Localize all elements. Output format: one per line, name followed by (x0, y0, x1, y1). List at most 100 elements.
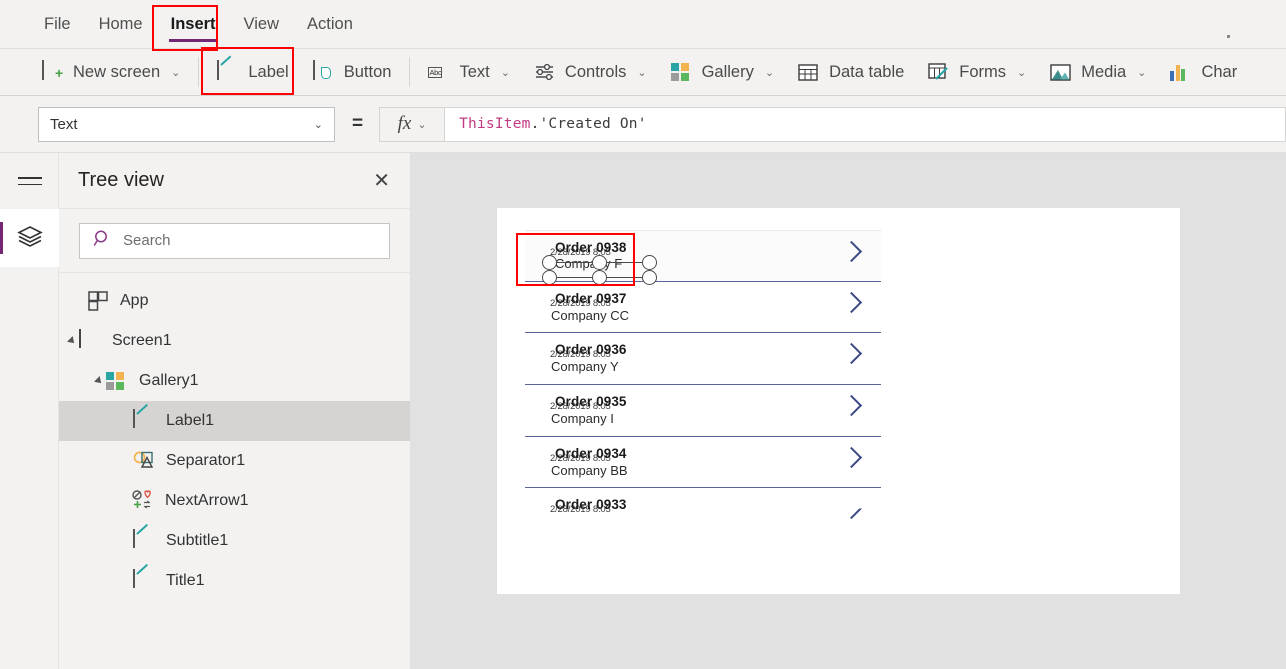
search-input[interactable]: Search (79, 222, 390, 259)
toolbar-dot-artifact (1227, 35, 1230, 38)
expand-caret-icon[interactable] (94, 376, 104, 386)
subtitle-label: Company I (551, 411, 614, 427)
ribbon-label-button[interactable]: Label (205, 56, 300, 88)
forms-icon (928, 61, 950, 83)
title-label: Order 0934 (555, 445, 627, 461)
next-arrow-icon[interactable] (840, 240, 863, 263)
tree-item-separator1[interactable]: Separator1 (59, 441, 410, 481)
property-select[interactable]: Text ⌄ (38, 106, 335, 142)
gallery-row[interactable]: 2/28/2019 8:05 Order 0935 Company I (525, 385, 881, 437)
media-icon (1050, 61, 1072, 83)
menu-item-action[interactable]: Action (293, 11, 367, 38)
next-arrow-icon[interactable] (840, 343, 863, 365)
title-label: Order 0936 (555, 342, 627, 358)
ribbon-controls-button[interactable]: Controls ⌄ (522, 56, 659, 88)
search-icon (93, 229, 112, 253)
ribbon-text-button[interactable]: Abc Text ⌄ (416, 56, 521, 88)
text-icon: Abc (428, 67, 443, 78)
menu-item-insert[interactable]: Insert (157, 11, 230, 42)
fx-button[interactable]: fx ⌄ (379, 106, 446, 142)
formula-token-property: .'Created On' (530, 116, 647, 132)
next-arrow-icon[interactable] (840, 446, 863, 468)
ribbon-new-screen-button[interactable]: New screen ⌄ (30, 56, 192, 88)
ribbon-media-button[interactable]: Media ⌄ (1038, 56, 1158, 88)
ribbon-gallery-button[interactable]: Gallery ⌄ (659, 56, 786, 88)
charts-icon (1170, 61, 1192, 83)
gallery-row[interactable]: 2/28/2019 8:05 Order 0936 Company Y (525, 333, 881, 386)
hamburger-menu-button[interactable] (0, 153, 59, 209)
tree-item-label: Label1 (166, 412, 215, 429)
expand-caret-icon[interactable] (67, 336, 77, 346)
ribbon-forms-button[interactable]: Forms ⌄ (916, 56, 1038, 88)
tree-item-label: Separator1 (166, 452, 246, 469)
menu-item-view[interactable]: View (230, 11, 293, 38)
gallery-control[interactable]: 2/28/2019 8:05 Order 0938 Company F 2/28… (525, 230, 881, 535)
gallery-row[interactable]: 2/28/2019 8:05 Order 0933 (525, 488, 881, 535)
tree-item-gallery1[interactable]: Gallery1 (59, 361, 410, 401)
chevron-down-icon: ⌄ (500, 66, 510, 79)
tree-item-title1[interactable]: Title1 (59, 561, 410, 601)
screen-icon (79, 329, 101, 352)
gallery-row[interactable]: 2/28/2019 8:05 Order 0938 Company F (525, 230, 881, 285)
app-canvas: 2/28/2019 8:05 Order 0938 Company F 2/28… (411, 153, 1286, 669)
formula-bar: Text ⌄ = fx ⌄ ThisItem .'Created On' (0, 96, 1286, 153)
ribbon-divider (409, 57, 411, 87)
next-arrow-icon[interactable] (840, 394, 863, 417)
tree-list: App Screen1 Gallery1 Label1 Separator1 N… (59, 273, 410, 601)
title-label: Order 0937 (555, 290, 627, 306)
menu-item-home[interactable]: Home (85, 11, 157, 38)
search-container: Search (59, 209, 410, 273)
fx-icon: fx (397, 113, 412, 134)
property-select-value: Text (50, 115, 78, 133)
ribbon-label: Text (459, 62, 490, 81)
active-tab-underline (168, 38, 218, 42)
tree-view-header: Tree view ✕ (59, 153, 410, 209)
ribbon-toolbar: New screen ⌄ Label Button Abc Text ⌄ (0, 48, 1286, 96)
gallery-row[interactable]: 2/28/2019 8:05 Order 0934 Company BB (525, 437, 881, 489)
tree-item-label1[interactable]: Label1 (59, 401, 410, 441)
resize-handle-top-center[interactable] (592, 255, 607, 270)
active-indicator (0, 222, 3, 254)
ribbon-divider (198, 57, 200, 87)
tree-item-label: Screen1 (112, 332, 172, 349)
tree-item-subtitle1[interactable]: Subtitle1 (59, 521, 410, 561)
ribbon-label: Label (248, 62, 289, 81)
tree-item-screen1[interactable]: Screen1 (59, 321, 410, 361)
next-arrow-icon[interactable] (840, 498, 863, 520)
resize-handle-top-left[interactable] (542, 255, 557, 270)
next-arrow-icon (132, 490, 154, 512)
button-icon (312, 60, 335, 83)
label-icon (133, 569, 155, 592)
resize-handle-top-right[interactable] (642, 255, 657, 270)
ribbon-charts-button[interactable]: Char (1158, 56, 1249, 88)
formula-input[interactable]: ThisItem .'Created On' (445, 106, 1286, 142)
search-placeholder: Search (123, 232, 171, 249)
ribbon-data-table-button[interactable]: Data table (786, 56, 916, 88)
ribbon-label: New screen (73, 62, 161, 81)
ribbon-label: Controls (564, 62, 627, 81)
app-screen[interactable]: 2/28/2019 8:05 Order 0938 Company F 2/28… (497, 208, 1180, 594)
panel-title: Tree view (78, 169, 164, 191)
title-label: Order 0938 (555, 240, 627, 255)
tree-view-rail-button[interactable] (0, 209, 59, 267)
menu-item-label: Insert (170, 14, 216, 33)
gallery-row[interactable]: 2/28/2019 8:05 Order 0937 Company CC (525, 282, 881, 334)
layers-icon (16, 224, 44, 253)
chevron-down-icon: ⌄ (171, 66, 181, 79)
label-icon (133, 529, 155, 552)
tree-item-app[interactable]: App (59, 281, 410, 321)
menu-item-file[interactable]: File (30, 11, 85, 38)
ribbon-label: Media (1081, 62, 1127, 81)
next-arrow-icon[interactable] (840, 291, 863, 313)
new-screen-icon (42, 60, 64, 83)
subtitle-label: Company F (555, 256, 623, 271)
app-icon (87, 290, 109, 312)
close-icon[interactable]: ✕ (373, 171, 390, 191)
equals-sign: = (352, 113, 364, 134)
chevron-down-icon: ⌄ (313, 118, 323, 131)
label-icon (217, 60, 239, 83)
menu-bar: File Home Insert View Action (0, 0, 1286, 48)
powerapps-studio: File Home Insert View Action New screen … (0, 0, 1286, 669)
tree-item-nextarrow1[interactable]: NextArrow1 (59, 481, 410, 521)
ribbon-button-button[interactable]: Button (301, 56, 404, 88)
